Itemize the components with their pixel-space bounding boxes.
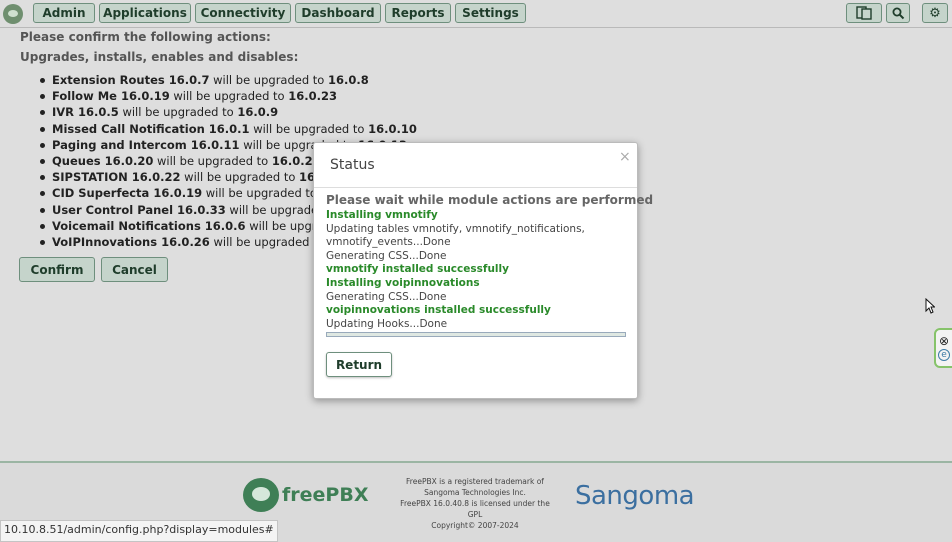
log-line: Generating CSS...Done [326,290,447,303]
upgrade-text: will be upgraded to [169,89,289,104]
module-current-version: Voicemail Notifications 16.0.6 [52,218,246,233]
module-current-version: Missed Call Notification 16.0.1 [52,121,250,136]
help-badge-icon[interactable]: e [938,349,950,361]
legal-line: Copyright© 2007-2024 [431,521,519,530]
freepbx-footer-logo-icon [243,478,279,512]
gear-icon[interactable]: ⚙ [922,3,948,23]
module-current-version: VoIPInnovations 16.0.26 [52,235,210,250]
log-line: Updating Hooks...Done [326,317,448,330]
modal-subtitle: Please wait while module actions are per… [326,193,654,207]
modal-divider [314,187,637,188]
search-icon[interactable] [886,3,910,23]
section-heading: Upgrades, installs, enables and disables… [20,50,299,64]
top-navigation-bar: Admin Applications Connectivity Dashboar… [0,0,952,28]
confirm-button[interactable]: Confirm [19,257,95,282]
side-feedback-widget[interactable]: ⊗ e [934,328,952,368]
nav-reports[interactable]: Reports [385,3,451,23]
module-current-version: CID Superfecta 16.0.19 [52,186,203,201]
log-line: vmnotify installed successfully [326,263,509,276]
progress-bar [326,332,626,337]
upgrade-text: will be upgraded to [209,235,329,250]
browser-status-url: 10.10.8.51/admin/config.php?display=modu… [0,520,278,542]
module-current-version: User Control Panel 16.0.33 [52,202,226,217]
legal-line: GPL [467,510,483,519]
module-action-item: Follow Me 16.0.19 will be upgraded to 16… [34,88,417,104]
modal-title: Status [330,157,375,173]
module-current-version: SIPSTATION 16.0.22 [52,170,181,185]
upgrade-text: will be upgraded to [118,105,238,120]
module-target-version: 16.0.10 [368,121,417,136]
legal-line: Sangoma Technologies Inc. [424,488,526,497]
return-button[interactable]: Return [326,352,392,377]
upgrade-text: will be upgraded to [202,186,321,201]
module-current-version: Extension Routes 16.0.7 [52,73,210,87]
freepbx-brand-text: freePBX [282,484,369,506]
log-line: Installing voipinnovations [326,276,480,289]
log-line: vmnotify_events...Done [326,236,451,249]
log-line: Updating tables vmnotify, vmnotify_notif… [326,222,585,235]
module-action-item: Missed Call Notification 16.0.1 will be … [34,121,417,137]
nav-admin[interactable]: Admin [33,3,95,23]
log-line: Generating CSS...Done [326,249,447,262]
legal-notice: FreePBX is a registered trademark of San… [400,476,550,531]
module-target-version: 16.0.8 [328,73,369,87]
nav-settings[interactable]: Settings [455,3,526,23]
log-line: Installing vmnotify [326,209,438,221]
module-action-item: Extension Routes 16.0.7 will be upgraded… [34,72,417,88]
module-target-version: 16.0.23 [288,89,337,104]
mouse-cursor-icon [925,297,936,318]
freepbx-logo-icon[interactable] [3,4,23,24]
close-icon[interactable]: × [619,149,631,165]
module-current-version: Follow Me 16.0.19 [52,89,170,104]
sangoma-logo-text: Sangoma [575,481,695,511]
log-line: voipinnovations installed successfully [326,304,551,317]
close-icon[interactable]: ⊗ [939,334,949,348]
module-action-log[interactable]: Installing vmnotify Updating tables vmnot… [326,209,626,331]
upgrade-text: will be upgraded to [209,73,328,87]
upgrade-text: will be upgraded to [249,121,369,136]
legal-line: FreePBX 16.0.40.8 is licensed under the [400,499,550,508]
nav-connectivity[interactable]: Connectivity [195,3,291,23]
upgrade-text: will be upgraded to [180,170,300,185]
nav-dashboard[interactable]: Dashboard [295,3,381,23]
confirm-heading: Please confirm the following actions: [20,30,271,44]
nav-applications[interactable]: Applications [99,3,191,23]
module-current-version: Paging and Intercom 16.0.11 [52,137,240,152]
legal-line: FreePBX is a registered trademark of [406,477,544,486]
status-modal: Status × Please wait while module action… [313,142,653,399]
module-current-version: Queues 16.0.20 [52,154,154,169]
language-icon[interactable] [846,3,882,23]
module-action-item: IVR 16.0.5 will be upgraded to 16.0.9 [34,104,417,120]
module-current-version: IVR 16.0.5 [52,105,119,120]
cancel-button[interactable]: Cancel [101,257,168,282]
upgrade-text: will be upgraded to [153,154,272,169]
module-target-version: 16.0.9 [237,105,279,120]
